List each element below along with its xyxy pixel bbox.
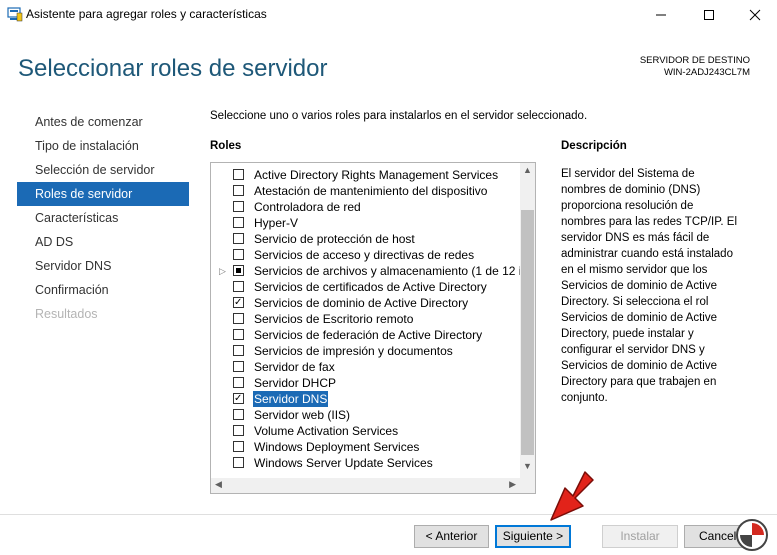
role-checkbox[interactable]: [233, 457, 244, 468]
role-item[interactable]: Servicios de dominio de Active Directory: [211, 295, 520, 311]
nav-item-caracteristicas[interactable]: Características: [17, 206, 189, 230]
role-label: Servicios de archivos y almacenamiento (…: [254, 264, 520, 278]
role-label: Servicios de dominio de Active Directory: [254, 296, 469, 310]
page-title: Seleccionar roles de servidor: [18, 55, 328, 82]
roles-horizontal-scrollbar[interactable]: ◀ ▶: [211, 478, 520, 493]
role-checkbox[interactable]: [233, 233, 244, 244]
role-item[interactable]: Servidor web (IIS): [211, 407, 520, 423]
instruction-text: Seleccione uno o varios roles para insta…: [210, 110, 588, 122]
role-item[interactable]: Servicios de federación de Active Direct…: [211, 327, 520, 343]
logo-watermark-icon: [736, 519, 768, 551]
role-label: Servicio de protección de host: [254, 232, 415, 246]
role-label: Servidor DNS: [253, 391, 329, 407]
description-text: El servidor del Sistema de nombres de do…: [561, 168, 737, 404]
role-item[interactable]: Windows Server Update Services: [211, 455, 520, 471]
role-item[interactable]: Active Directory Rights Management Servi…: [211, 167, 520, 183]
nav-item-ad-ds[interactable]: AD DS: [17, 230, 189, 254]
role-checkbox[interactable]: [233, 281, 244, 292]
role-checkbox[interactable]: [233, 313, 244, 324]
role-checkbox[interactable]: [233, 185, 244, 196]
role-label: Servidor de fax: [254, 360, 335, 374]
minimize-icon[interactable]: [638, 0, 684, 29]
role-label: Servidor DHCP: [254, 376, 337, 390]
role-checkbox[interactable]: [233, 265, 244, 276]
role-label: Windows Server Update Services: [254, 456, 433, 470]
scroll-down-icon[interactable]: ▼: [523, 461, 532, 471]
close-icon[interactable]: [732, 0, 777, 29]
role-checkbox[interactable]: [233, 409, 244, 420]
role-checkbox[interactable]: [233, 249, 244, 260]
expand-arrow-icon[interactable]: ▷: [219, 263, 226, 279]
role-item[interactable]: Servicios de certificados de Active Dire…: [211, 279, 520, 295]
role-checkbox[interactable]: [233, 169, 244, 180]
role-item[interactable]: Servicio de protección de host: [211, 231, 520, 247]
role-item[interactable]: ▷ Servicios de archivos y almacenamiento …: [211, 263, 520, 279]
role-label: Active Directory Rights Management Servi…: [254, 168, 499, 182]
role-checkbox[interactable]: [233, 393, 244, 404]
role-item[interactable]: Controladora de red: [211, 199, 520, 215]
scrollbar-thumb[interactable]: [521, 210, 534, 455]
role-label: Volume Activation Services: [254, 424, 399, 438]
role-checkbox[interactable]: [233, 441, 244, 452]
roles-vertical-scrollbar[interactable]: ▲ ▼: [520, 163, 535, 493]
role-label: Servicios de acceso y directivas de rede…: [254, 248, 475, 262]
description-heading: Descripción: [561, 140, 627, 152]
role-label: Windows Deployment Services: [254, 440, 420, 454]
role-checkbox[interactable]: [233, 345, 244, 356]
nav-item-antes-de-comenzar[interactable]: Antes de comenzar: [17, 110, 189, 134]
maximize-icon[interactable]: [686, 0, 732, 29]
roles-heading: Roles: [210, 140, 242, 152]
title-bar: Asistente para agregar roles y caracterí…: [0, 0, 777, 29]
nav-item-servidor-dns[interactable]: Servidor DNS: [17, 254, 189, 278]
install-button: Instalar: [602, 525, 678, 548]
roles-list-items: Active Directory Rights Management Servi…: [211, 167, 520, 478]
scroll-left-icon[interactable]: ◀: [215, 479, 222, 490]
role-item[interactable]: Atestación de mantenimiento del disposit…: [211, 183, 520, 199]
role-item[interactable]: Servicios de Escritorio remoto: [211, 311, 520, 327]
role-item[interactable]: Servidor de fax: [211, 359, 520, 375]
role-checkbox[interactable]: [233, 297, 244, 308]
role-item[interactable]: Servidor DHCP: [211, 375, 520, 391]
role-label: Atestación de mantenimiento del disposit…: [254, 184, 488, 198]
scroll-up-icon[interactable]: ▲: [523, 165, 532, 175]
role-label: Servicios de Escritorio remoto: [254, 312, 414, 326]
pointer-arrow-icon: [550, 471, 594, 521]
role-item[interactable]: Windows Deployment Services: [211, 439, 520, 455]
role-checkbox[interactable]: [233, 377, 244, 388]
role-checkbox[interactable]: [233, 217, 244, 228]
role-label: Hyper-V: [254, 216, 299, 230]
back-button[interactable]: < Anterior: [414, 525, 489, 548]
role-item[interactable]: Hyper-V: [211, 215, 520, 231]
role-label: Servicios de federación de Active Direct…: [254, 328, 483, 342]
role-item[interactable]: Servicios de impresión y documentos: [211, 343, 520, 359]
scroll-right-icon[interactable]: ▶: [509, 479, 516, 490]
window-title: Asistente para agregar roles y caracterí…: [26, 7, 267, 21]
wizard-header: Seleccionar roles de servidor SERVIDOR D…: [0, 29, 777, 99]
role-checkbox[interactable]: [233, 361, 244, 372]
role-checkbox[interactable]: [233, 201, 244, 212]
role-checkbox[interactable]: [233, 425, 244, 436]
role-label: Controladora de red: [254, 200, 361, 214]
nav-item-roles-de-servidor[interactable]: Roles de servidor: [17, 182, 189, 206]
role-item[interactable]: Volume Activation Services: [211, 423, 520, 439]
role-label: Servicios de impresión y documentos: [254, 344, 453, 358]
destination-server-name: WIN-2ADJ243CL7M: [663, 67, 750, 78]
nav-item-tipo-de-instalacion[interactable]: Tipo de instalación: [17, 134, 189, 158]
nav-item-seleccion-de-servidor[interactable]: Selección de servidor: [17, 158, 189, 182]
role-item[interactable]: Servicios de acceso y directivas de rede…: [211, 247, 520, 263]
role-label: Servidor web (IIS): [254, 408, 351, 422]
server-manager-icon: [7, 7, 23, 22]
wizard-nav: Antes de comenzar Tipo de instalación Se…: [17, 110, 189, 326]
role-label: Servicios de certificados de Active Dire…: [254, 280, 487, 294]
destination-server-label: SERVIDOR DE DESTINO: [639, 55, 750, 66]
roles-list[interactable]: Active Directory Rights Management Servi…: [210, 162, 536, 494]
nav-item-confirmacion[interactable]: Confirmación: [17, 278, 189, 302]
role-checkbox[interactable]: [233, 329, 244, 340]
nav-item-resultados: Resultados: [35, 307, 98, 321]
role-item-selected[interactable]: Servidor DNS: [211, 391, 520, 407]
footer-divider: [0, 514, 777, 515]
